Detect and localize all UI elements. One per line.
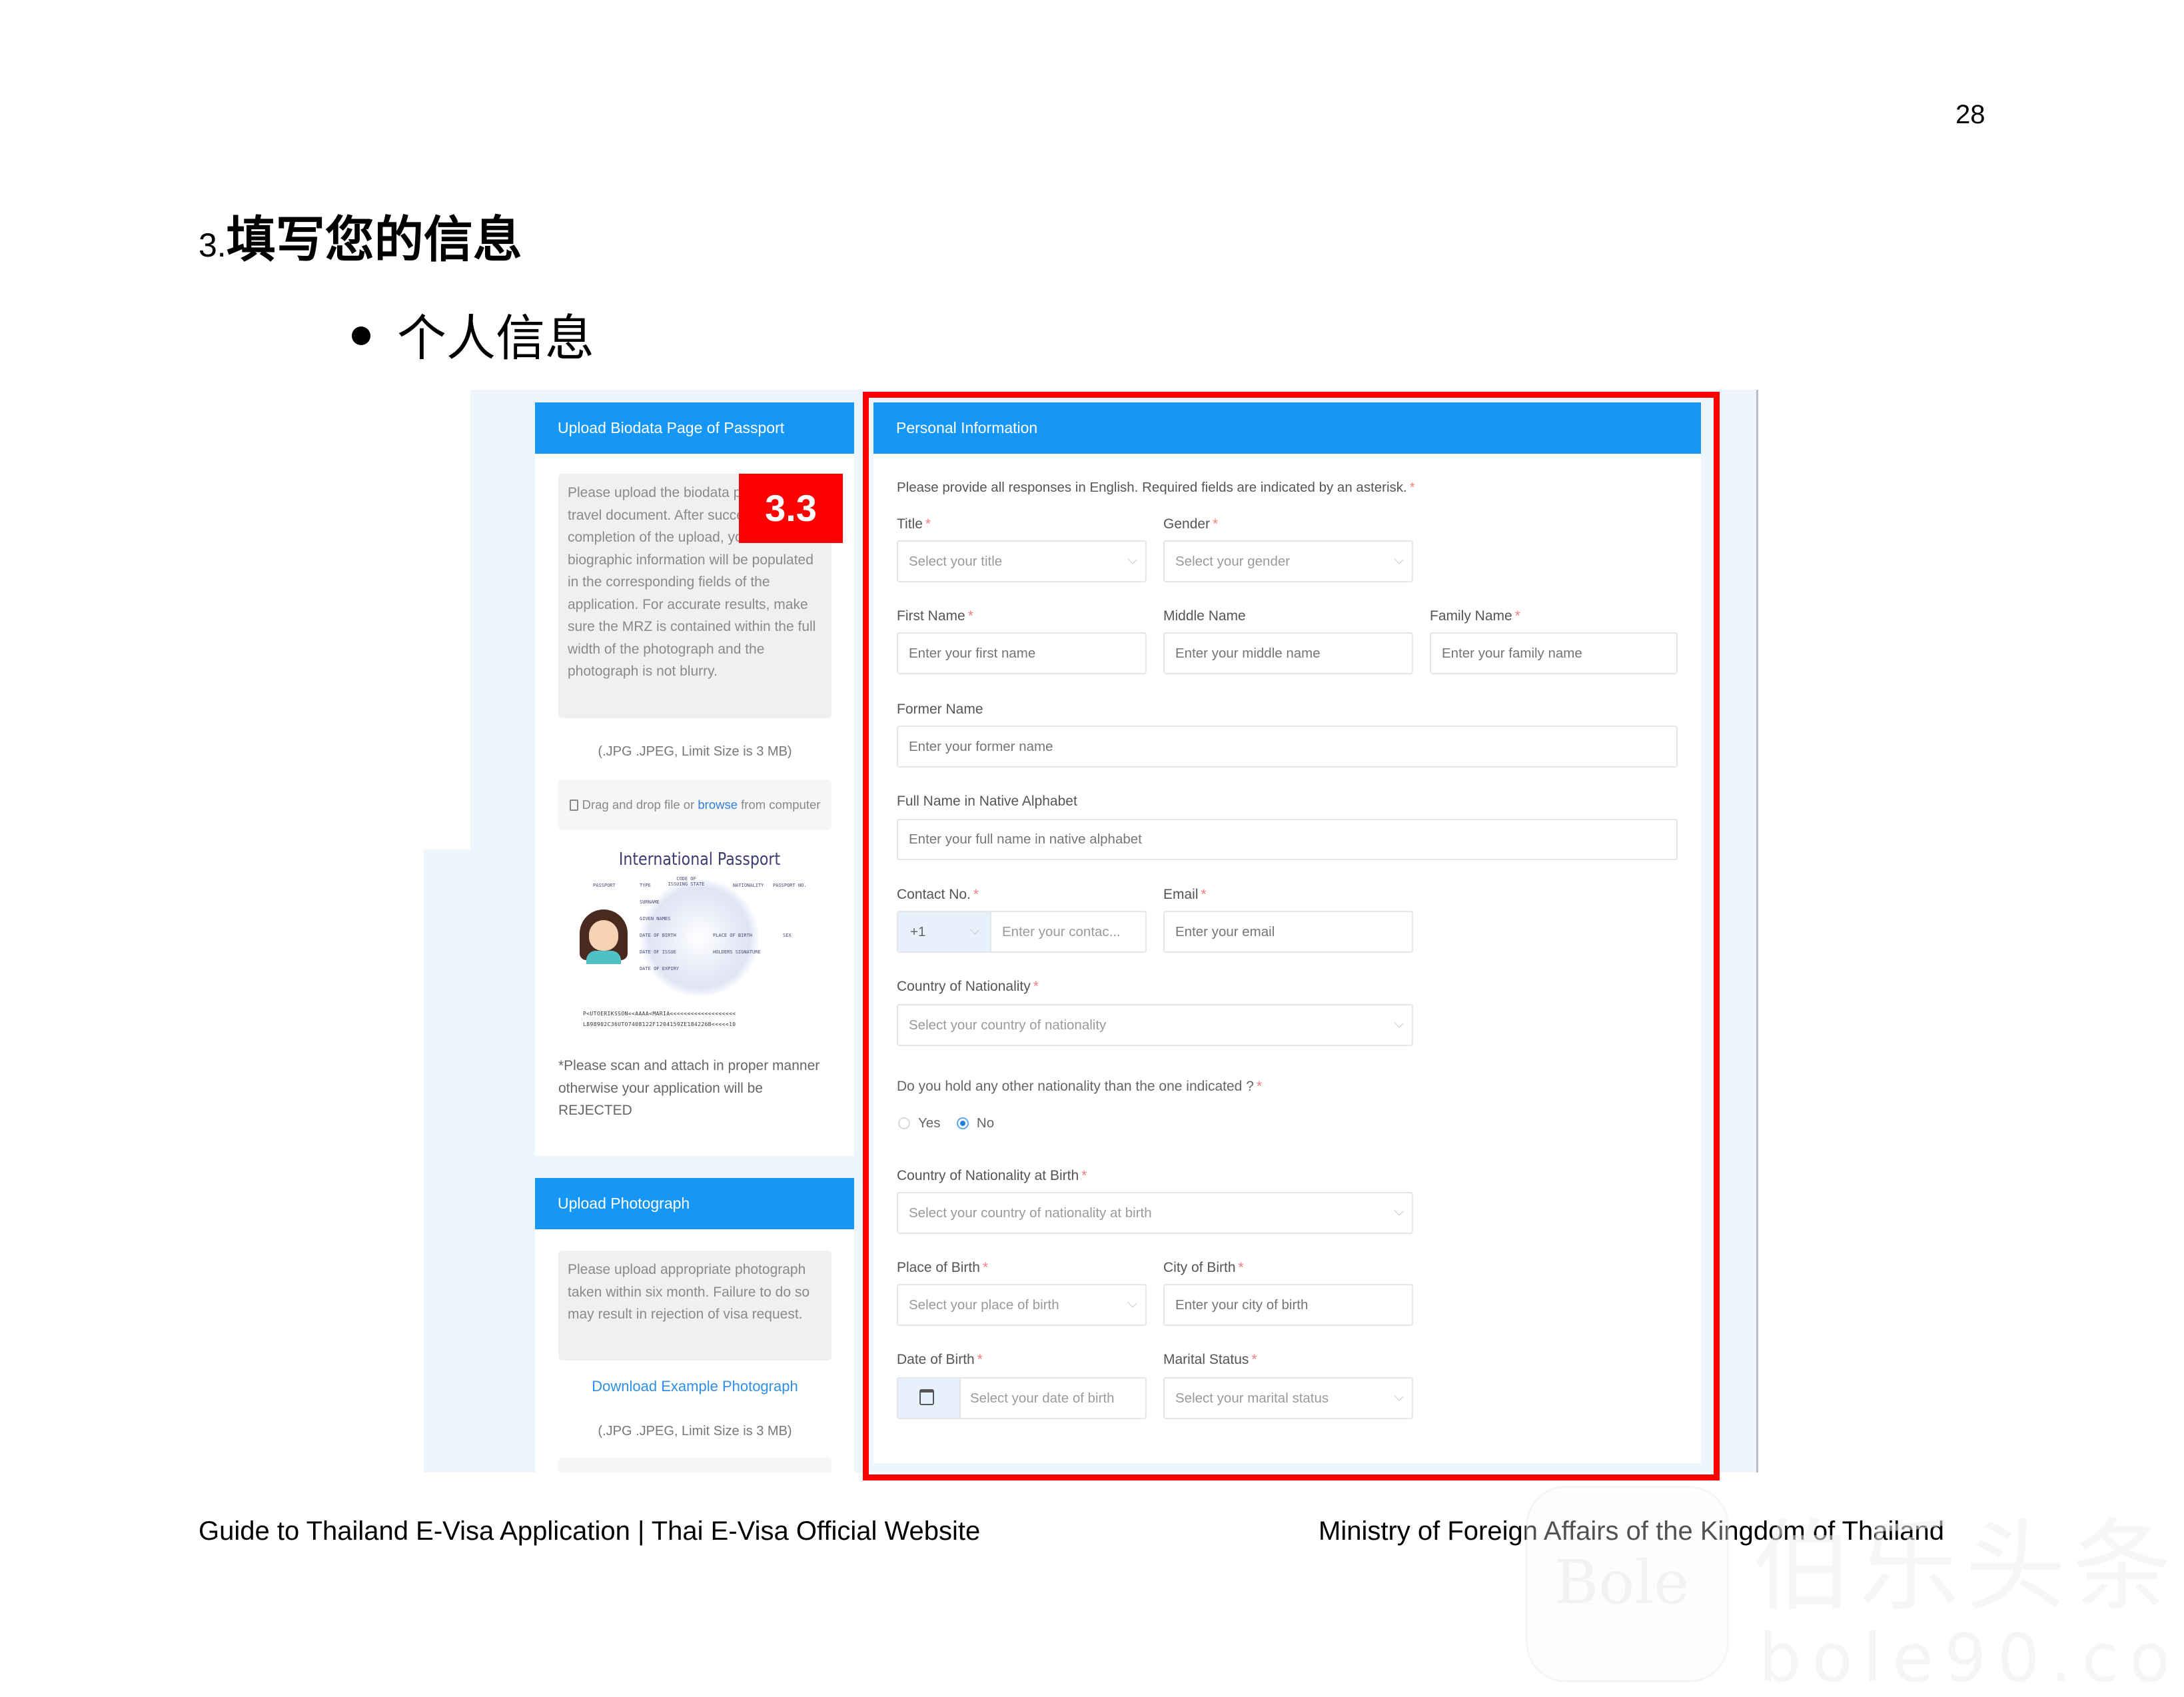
passport-portrait-icon	[577, 909, 630, 964]
passport-dropzone[interactable]: Drag and drop file or browse from comput…	[558, 780, 831, 830]
upload-photo-header: Upload Photograph	[535, 1178, 854, 1229]
photo-dropzone[interactable]	[558, 1458, 831, 1472]
pp-label: PLACE OF BIRTH	[713, 933, 753, 938]
upload-photo-instructions: Please upload appropriate photograph tak…	[558, 1251, 831, 1361]
file-icon	[569, 800, 578, 811]
section-number: 3.	[199, 227, 227, 264]
pp-label: NATIONALITY	[733, 883, 764, 888]
dropzone-prefix: Drag and drop file or	[582, 798, 695, 812]
rejection-warning: *Please scan and attach in proper manner…	[558, 1058, 820, 1118]
mrz-line-1: P<UTOERIKSSON<<AAAA<MARIA<<<<<<<<<<<<<<<…	[583, 1011, 736, 1017]
dropzone-suffix: from computer	[741, 798, 821, 812]
pp-label: TYPE	[640, 883, 651, 888]
mrz-line-2: L898902C36UTO7408122F1204159ZE184226B<<<…	[583, 1021, 736, 1027]
section-heading: 3.填写您的信息	[199, 200, 522, 271]
upload-passport-header: Upload Biodata Page of Passport	[535, 402, 854, 454]
highlight-box	[863, 392, 1720, 1480]
pp-label: PASSPORT NO.	[773, 883, 807, 888]
pp-label: GIVEN NAMES	[640, 916, 671, 921]
passport-sample-image: International Passport PASSPORT TYPE COD…	[573, 849, 826, 1039]
pp-label: CODE OF ISSUING STATE	[668, 876, 705, 887]
scrollbar-edge	[1756, 390, 1758, 1472]
pp-label: SURNAME	[640, 899, 660, 905]
passport-file-limits: (.JPG .JPEG, Limit Size is 3 MB)	[598, 744, 792, 759]
subsection-title: 个人信息	[397, 310, 594, 367]
pp-label: DATE OF BIRTH	[640, 933, 676, 938]
download-example-link[interactable]: Download Example Photograph	[558, 1378, 831, 1395]
pp-label: HOLDERS SIGNATURE	[713, 949, 761, 955]
pp-label: DATE OF ISSUE	[640, 949, 676, 955]
watermark-chinese: 伯乐头条	[1752, 1509, 2179, 1625]
section-heading-text: 填写您的信息	[226, 211, 522, 269]
footer-ministry: Ministry of Foreign Affairs of the Kingd…	[1319, 1516, 1945, 1546]
photo-file-limits: (.JPG .JPEG, Limit Size is 3 MB)	[598, 1424, 792, 1438]
bullet-icon	[352, 326, 370, 345]
pp-label: SEX	[783, 933, 792, 938]
pp-label: PASSPORT	[593, 883, 616, 888]
pp-label: DATE OF EXPIRY	[640, 966, 680, 971]
watermark-logo: Bole	[1526, 1486, 1729, 1682]
watermark-url: bole90.com	[1759, 1619, 2184, 1697]
footer-guide-title: Guide to Thailand E-Visa Application | T…	[199, 1516, 981, 1546]
step-badge: 3.3	[739, 474, 843, 543]
browse-link[interactable]: browse	[698, 798, 738, 812]
passport-sample-title: International Passport	[618, 849, 781, 869]
page-number: 28	[1955, 100, 1985, 129]
